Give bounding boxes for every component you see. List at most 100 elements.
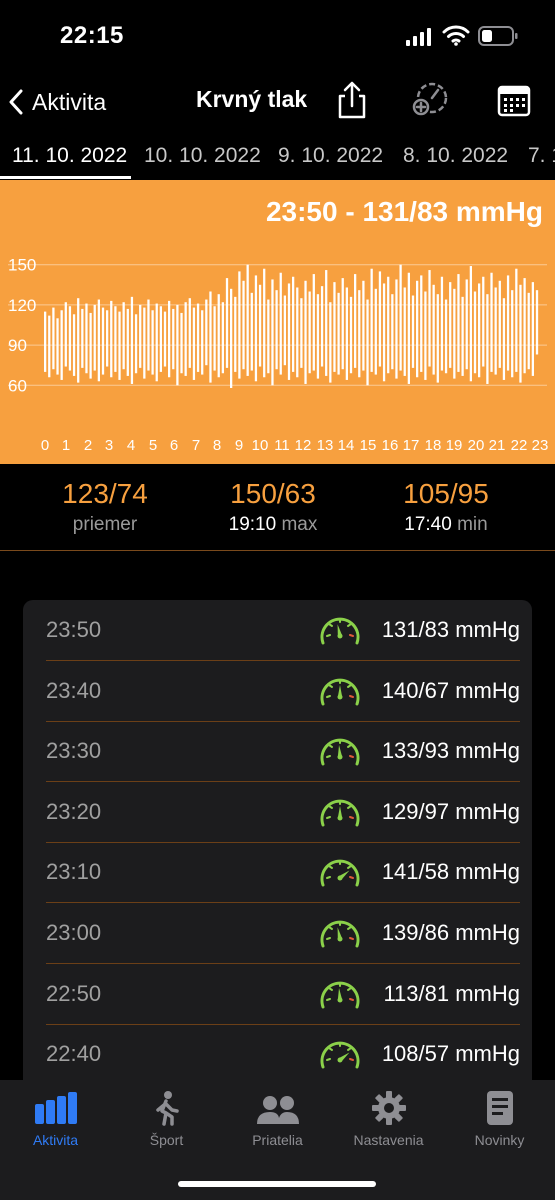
min-time: 17:40 — [404, 514, 452, 535]
x-tick-label: 23 — [532, 437, 549, 454]
bp-bar — [263, 268, 266, 378]
x-tick-label: 17 — [403, 437, 420, 454]
reading-row[interactable]: 23:30 133/93 mmHg — [46, 721, 520, 783]
gauge-icon — [320, 981, 360, 1009]
bp-bar — [221, 302, 224, 374]
add-measurement-gauge-icon[interactable] — [410, 80, 450, 120]
bp-bar — [395, 279, 398, 379]
bp-bar — [217, 294, 220, 378]
bp-bar — [320, 286, 324, 367]
blood-pressure-chart[interactable]: 60 90 120 150 0 1 2 3 4 5 6 7 8 9 10 11 12 13 14 15 16 17 18 19… — [0, 180, 555, 464]
tab-news[interactable]: Novinky — [444, 1090, 555, 1148]
bp-bar — [535, 290, 539, 355]
bp-bar — [172, 308, 175, 370]
x-tick-label: 18 — [425, 437, 442, 454]
reading-row[interactable]: 23:20 129/97 mmHg — [46, 782, 520, 843]
tab-sport-label: Šport — [149, 1132, 184, 1148]
x-tick-label: 9 — [235, 437, 243, 454]
reading-value: 108/57 mmHg — [381, 1041, 520, 1067]
bp-bar — [209, 291, 212, 383]
back-button[interactable]: Aktivita — [8, 84, 106, 120]
reading-row[interactable]: 23:10 141/58 mmHg — [46, 842, 520, 904]
bp-bar — [56, 318, 59, 375]
reading-time: 23:10 — [46, 859, 102, 885]
bp-bar — [519, 284, 522, 383]
back-label: Aktivita — [32, 88, 107, 115]
y-tick-label: 60 — [8, 376, 27, 395]
tab-settings-label: Nastavenia — [353, 1132, 424, 1148]
tab-date[interactable]: 11. 10. 2022 — [12, 144, 127, 168]
gauge-icon — [320, 920, 360, 948]
reading-value: 129/97 mmHg — [381, 798, 520, 824]
bp-bar — [391, 294, 394, 370]
y-tick-label: 120 — [8, 296, 36, 315]
bp-bar — [250, 292, 253, 371]
y-tick-label: 90 — [8, 336, 27, 355]
x-tick-label: 4 — [127, 437, 135, 454]
max-label: max — [281, 514, 318, 535]
bp-bar — [457, 274, 460, 372]
reading-value: 141/58 mmHg — [381, 859, 520, 885]
x-tick-label: 8 — [213, 437, 221, 454]
bp-bar — [461, 296, 464, 376]
tab-sport[interactable]: Šport — [111, 1090, 222, 1148]
bp-bar — [370, 268, 373, 372]
reading-value: 133/93 mmHg — [381, 738, 520, 764]
bp-bar — [159, 306, 162, 372]
bp-bar — [436, 294, 439, 383]
bp-bar — [498, 280, 501, 368]
bp-bar — [52, 307, 55, 370]
bp-bar — [77, 298, 80, 383]
bp-bar — [254, 275, 258, 382]
bp-bar — [176, 304, 179, 386]
tab-activity[interactable]: Aktivita — [0, 1090, 111, 1148]
gauge-icon — [320, 738, 360, 766]
average-stat: 123/74 priemer — [30, 478, 180, 536]
reading-row[interactable]: 22:40 108/57 mmHg — [46, 1024, 520, 1086]
bp-bar — [428, 270, 431, 367]
bp-bar — [283, 295, 286, 366]
bp-bar — [506, 275, 510, 371]
walking-person-icon — [155, 1091, 179, 1126]
reading-row[interactable]: 23:40 140/67 mmHg — [46, 661, 520, 722]
bp-bar — [329, 302, 332, 383]
bp-bar — [267, 299, 270, 374]
bp-bar — [341, 278, 344, 370]
tab-settings[interactable]: Nastavenia — [333, 1090, 444, 1148]
status-time: 22:15 — [60, 22, 124, 49]
bp-bar — [147, 299, 150, 371]
bp-bar — [143, 307, 146, 379]
bp-bar — [72, 314, 76, 376]
bp-bar — [444, 299, 448, 374]
tab-date[interactable]: 9. 10. 2022 — [278, 144, 383, 168]
bp-bar — [411, 295, 415, 368]
bp-bar — [292, 276, 295, 372]
wifi-icon — [442, 25, 470, 46]
reading-time: 23:00 — [46, 920, 102, 945]
summary-stats: 123/74 priemer 150/63 19:10 max 105/95 1… — [0, 464, 555, 551]
tab-date[interactable]: 7. 1 — [528, 144, 555, 168]
max-value: 150/63 — [230, 478, 316, 509]
tab-date[interactable]: 8. 10. 2022 — [403, 144, 508, 168]
x-tick-label: 6 — [170, 437, 178, 454]
reading-value: 140/67 mmHg — [381, 677, 520, 703]
tab-date[interactable]: 10. 10. 2022 — [144, 144, 261, 168]
bp-bar — [531, 282, 534, 376]
gauge-icon — [320, 799, 360, 827]
bp-bar — [478, 283, 481, 378]
reading-row[interactable]: 23:50 131/83 mmHg — [46, 600, 520, 661]
bp-bar — [469, 266, 472, 382]
bp-bar — [486, 294, 489, 384]
bp-bar — [349, 296, 353, 374]
x-tick-label: 19 — [446, 437, 463, 454]
bar-chart-icon — [34, 1092, 77, 1124]
calendar-icon[interactable] — [494, 80, 534, 120]
bp-bar — [527, 292, 530, 370]
reading-row[interactable]: 22:50 113/81 mmHg — [46, 964, 520, 1025]
tab-friends[interactable]: Priatelia — [222, 1090, 333, 1148]
reading-row[interactable]: 23:00 139/86 mmHg — [46, 903, 520, 964]
share-icon[interactable] — [332, 80, 372, 120]
bp-bar — [93, 304, 96, 371]
tab-news-label: Novinky — [474, 1132, 525, 1148]
chevron-left-icon — [9, 89, 23, 115]
